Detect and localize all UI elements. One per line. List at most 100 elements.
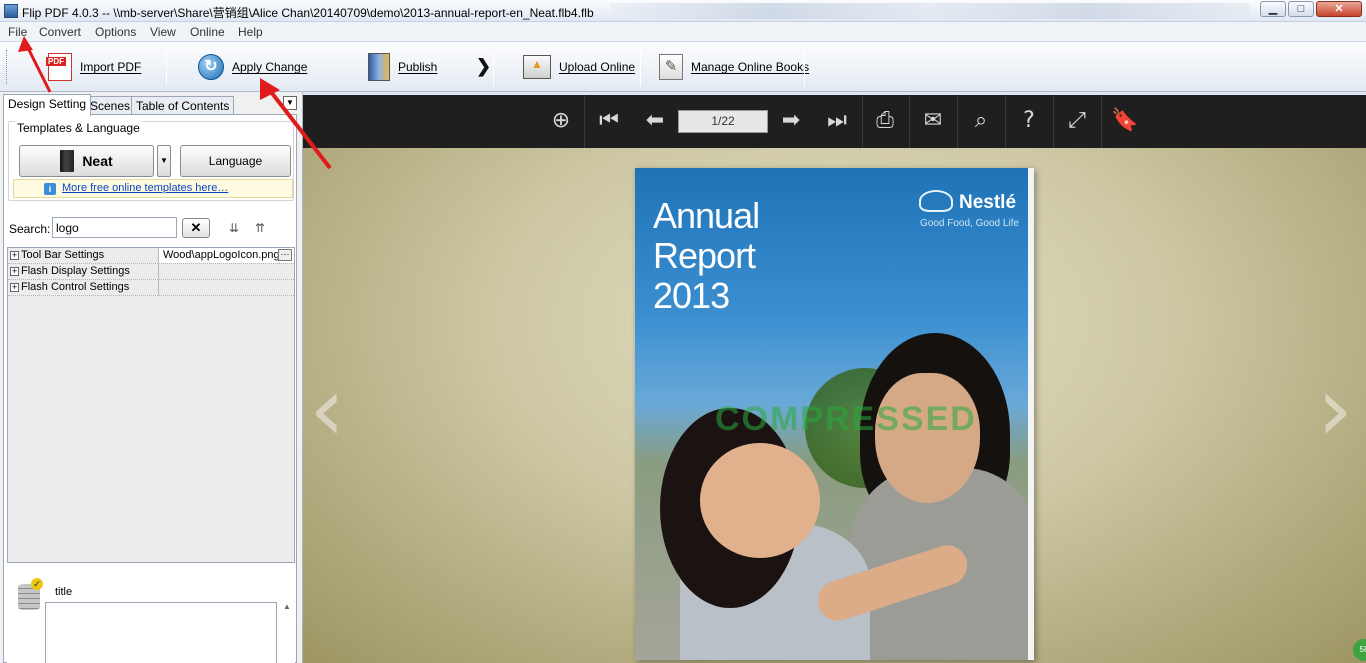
menu-online[interactable]: Online — [190, 25, 225, 39]
group-title: Templates & Language — [15, 121, 142, 135]
panel-dropdown-icon[interactable]: ▼ — [283, 96, 297, 110]
language-button[interactable]: Language — [180, 145, 291, 177]
zoom-in-icon[interactable]: ⊕ — [543, 103, 579, 139]
viewer-divider — [1005, 95, 1006, 148]
toolbar-more-chevron[interactable]: ❯ — [476, 56, 491, 77]
page-number-input[interactable]: 1/22 — [678, 110, 768, 133]
property-row[interactable]: + Flash Display Settings — [8, 264, 294, 280]
apply-change-label: Apply Change — [232, 60, 308, 74]
property-name: Tool Bar Settings — [21, 249, 105, 261]
property-row[interactable]: + Tool Bar Settings Wood\appLogoIcon.png… — [8, 248, 294, 264]
import-pdf-label: Import PDF — [80, 60, 142, 74]
toolbar-grip[interactable] — [6, 50, 9, 84]
brand-name: Nestlé — [959, 192, 1017, 213]
main-toolbar: Import PDF ↻ Apply Change Publish ❯ Uplo… — [0, 42, 1366, 92]
property-description-area: ✓ title ▲ — [7, 570, 295, 663]
menu-view[interactable]: View — [150, 25, 176, 39]
search-input[interactable] — [52, 217, 177, 238]
maximize-button[interactable]: □ — [1288, 1, 1314, 17]
viewer-divider — [957, 95, 958, 148]
property-value[interactable] — [158, 264, 294, 279]
property-row[interactable]: + Flash Control Settings — [8, 280, 294, 296]
manage-books-icon: ✎ — [659, 54, 683, 80]
minimize-button[interactable]: ▁ — [1260, 1, 1286, 17]
toolbar-separator — [804, 48, 805, 86]
fullscreen-icon[interactable]: ⤢ — [1059, 103, 1095, 139]
info-icon: i — [44, 183, 56, 195]
toolbar-separator — [493, 48, 494, 86]
toolbar-separator — [166, 48, 167, 86]
publish-icon — [368, 53, 390, 81]
browse-icon[interactable]: ··· — [278, 249, 292, 261]
next-page-icon[interactable]: ➡ — [773, 103, 809, 139]
menu-file[interactable]: File — [8, 25, 27, 39]
viewer-divider — [862, 95, 863, 148]
check-icon: ✓ — [31, 578, 43, 590]
title-bar: Flip PDF 4.0.3 -- \\mb-server\Share\营销组\… — [0, 0, 1366, 22]
watermark: COMPRESSED — [715, 400, 977, 438]
menu-options[interactable]: Options — [95, 25, 136, 39]
first-page-icon[interactable]: ⏮ — [591, 103, 627, 139]
print-icon[interactable]: ⎙ — [867, 103, 903, 139]
toolbar-separator — [640, 48, 641, 86]
expand-icon[interactable]: + — [10, 283, 19, 292]
more-templates-link[interactable]: More free online templates here… — [62, 182, 228, 194]
tab-scenes[interactable]: Scenes — [85, 96, 136, 115]
menu-convert[interactable]: Convert — [39, 25, 81, 39]
templates-info-bar: i More free online templates here… — [13, 179, 293, 198]
flipbook-preview: ⊕ ⏮ ⬅ 1/22 ➡ ⏭ ⎙ ✉ ⌕ ? ⤢ 🔖 ‹ › Annual Re… — [303, 95, 1366, 663]
tab-table-of-contents[interactable]: Table of Contents — [131, 96, 235, 115]
description-textbox[interactable] — [45, 602, 277, 663]
pdf-icon — [46, 53, 72, 81]
clear-search-button[interactable]: ✕ — [182, 218, 210, 238]
window-title: Flip PDF 4.0.3 -- \\mb-server\Share\营销组\… — [22, 6, 594, 20]
help-icon[interactable]: ? — [1011, 103, 1047, 139]
nest-logo-icon — [919, 190, 953, 212]
previous-page-arrow-icon[interactable]: ‹ — [309, 365, 345, 455]
search-label: Search: — [9, 222, 51, 236]
template-name: Neat — [82, 153, 113, 169]
sort-up-icon[interactable]: ⇈ — [252, 220, 268, 236]
import-pdf-button[interactable]: Import PDF — [46, 52, 142, 82]
template-button[interactable]: Neat — [19, 145, 154, 177]
viewer-toolbar: ⊕ ⏮ ⬅ 1/22 ➡ ⏭ ⎙ ✉ ⌕ ? ⤢ 🔖 — [303, 95, 1366, 148]
expand-icon[interactable]: + — [10, 267, 19, 276]
description-title: title — [55, 586, 73, 598]
next-page-arrow-icon[interactable]: › — [1317, 365, 1353, 455]
manage-online-books-button[interactable]: ✎ Manage Online Books — [659, 52, 809, 82]
bookmark-icon[interactable]: 🔖 — [1107, 103, 1143, 139]
viewer-divider — [1101, 95, 1102, 148]
title-bar-blur — [610, 3, 1250, 19]
property-value[interactable]: Wood\appLogoIcon.png ··· — [158, 248, 294, 263]
app-icon — [4, 4, 18, 18]
brand-tagline: Good Food, Good Life — [920, 218, 1019, 229]
menu-help[interactable]: Help — [238, 25, 263, 39]
refresh-icon: ↻ — [198, 54, 224, 80]
expand-icon[interactable]: + — [10, 251, 19, 260]
book-cover-page[interactable]: Annual Report 2013 Nestlé Good Food, Goo… — [635, 168, 1034, 660]
status-badge-icon: 58 — [1353, 639, 1366, 661]
scroll-up-icon[interactable]: ▲ — [280, 602, 294, 663]
last-page-icon[interactable]: ⏭ — [819, 103, 855, 139]
close-button[interactable]: ✕ — [1316, 1, 1362, 17]
template-dropdown[interactable]: ▼ — [157, 145, 171, 177]
design-setting-body: Templates & Language Neat ▼ Language i M… — [3, 114, 297, 663]
upload-online-button[interactable]: Upload Online — [523, 52, 635, 82]
cover-title: Annual Report 2013 — [653, 195, 760, 316]
upload-icon — [523, 55, 551, 79]
manage-online-books-label: Manage Online Books — [691, 60, 810, 74]
upload-online-label: Upload Online — [559, 60, 636, 74]
email-icon[interactable]: ✉ — [915, 103, 951, 139]
property-value[interactable] — [158, 280, 294, 295]
apply-change-button[interactable]: ↻ Apply Change — [198, 52, 307, 82]
property-grid: + Tool Bar Settings Wood\appLogoIcon.png… — [7, 247, 295, 563]
book-icon — [60, 150, 75, 172]
menu-bar: File Convert Options View Online Help — [0, 22, 1366, 42]
search-icon[interactable]: ⌕ — [963, 103, 999, 139]
previous-page-icon[interactable]: ⬅ — [637, 103, 673, 139]
publish-label: Publish — [398, 60, 438, 74]
tab-design-setting[interactable]: Design Setting — [3, 94, 92, 116]
publish-button[interactable]: Publish — [368, 52, 437, 82]
property-value-text: Wood\appLogoIcon.png — [163, 249, 280, 261]
sort-down-icon[interactable]: ⇊ — [226, 220, 242, 236]
